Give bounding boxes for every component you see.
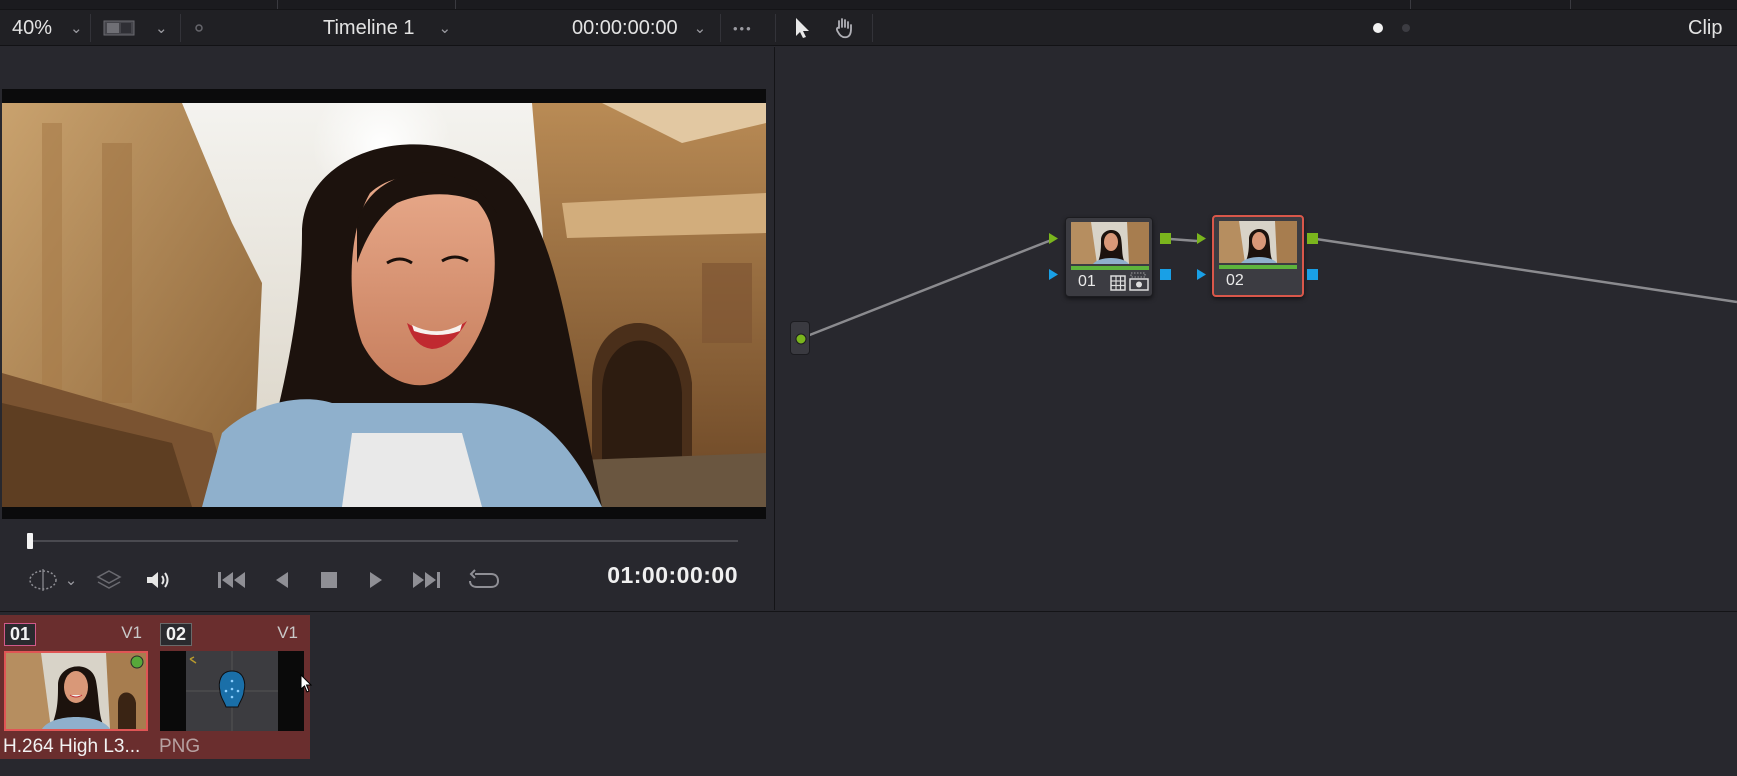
play-reverse-button[interactable]: [270, 565, 294, 595]
timeline-dropdown[interactable]: Timeline 1 ⌄: [323, 10, 451, 46]
play-reverse-icon: [276, 572, 288, 588]
timeline-name: Timeline 1: [323, 16, 415, 39]
viewer-layout-dropdown[interactable]: ⌄: [103, 10, 168, 46]
video-preview[interactable]: [2, 103, 766, 507]
node-status-bar: [1219, 265, 1297, 269]
clip-track-label: V1: [277, 623, 298, 642]
clip-index-badge: 02: [160, 623, 193, 646]
status-dot-icon: [130, 655, 144, 669]
layers-button[interactable]: [94, 565, 124, 595]
clip-thumbnail-02[interactable]: 02 V1 PNG: [156, 615, 306, 759]
pointer-tool-button[interactable]: [793, 10, 811, 46]
wipe-icon: [28, 569, 57, 591]
play-icon: [370, 572, 382, 588]
wipe-style-dropdown[interactable]: ⌄: [22, 565, 82, 595]
chevron-down-icon: ⌄: [438, 20, 452, 37]
stop-icon: [321, 572, 337, 588]
viewer-toolbar: 40% ⌄ ⌄ Timeline 1 ⌄ 00:00:00:00 ⌄ ••• C…: [0, 10, 1737, 46]
node-label: 01: [1078, 273, 1096, 290]
node-01[interactable]: 01: [1065, 217, 1153, 297]
chevron-down-icon: ⌄: [64, 572, 78, 589]
split-view-icon: [103, 20, 135, 36]
grid-icon: [1110, 275, 1126, 291]
rgb-output-port[interactable]: [1307, 233, 1318, 244]
clip-index-badge: 01: [4, 623, 37, 646]
dot-icon: [194, 10, 204, 46]
clip-preview: [4, 651, 148, 731]
viewer-timecode: 01:00:00:00: [607, 562, 738, 588]
clip-codec-label: H.264 High L3...: [3, 736, 141, 757]
clip-thumbnail-01[interactable]: 01 V1 H.264 High L3...: [0, 615, 150, 759]
clip-preview: [160, 651, 304, 731]
clips-bin: 01 V1 H.264 High L3... 02 V1 PNG: [0, 611, 1737, 776]
camera-icon: [1129, 272, 1149, 291]
top-ruler-strip: [0, 0, 1737, 10]
node-status-bar: [1071, 266, 1149, 270]
rgb-input-port[interactable]: [1196, 233, 1207, 244]
stop-button[interactable]: [316, 565, 342, 595]
playhead-handle[interactable]: [27, 533, 33, 549]
node-thumbnail: [1071, 222, 1149, 264]
layers-icon: [96, 570, 122, 589]
rgb-input-port[interactable]: [1048, 233, 1059, 244]
play-button[interactable]: [364, 565, 388, 595]
chevron-down-icon: ⌄: [693, 20, 707, 37]
audio-button[interactable]: [142, 565, 174, 595]
clip-codec-label: PNG: [159, 736, 201, 757]
alpha-input-port[interactable]: [1048, 269, 1059, 280]
go-to-end-button[interactable]: [408, 565, 444, 595]
chevron-down-icon: ⌄: [70, 20, 83, 37]
node-label: 02: [1226, 272, 1244, 289]
scrubber-track[interactable]: [28, 540, 738, 542]
skip-back-icon: [218, 572, 245, 588]
ellipsis-icon: •••: [733, 20, 753, 36]
alpha-input-port[interactable]: [1196, 269, 1207, 280]
timecode-dropdown[interactable]: 00:00:00:00 ⌄: [572, 10, 706, 46]
source-port-icon: [795, 333, 807, 345]
mode-label: Clip: [1688, 16, 1723, 39]
chevron-down-icon: ⌄: [155, 20, 168, 37]
speaker-icon: [147, 572, 169, 588]
node-thumbnail: [1219, 221, 1297, 263]
zoom-dropdown[interactable]: 40% ⌄: [12, 10, 83, 46]
toolbar-timecode: 00:00:00:00: [572, 16, 678, 39]
node-graph-panel[interactable]: 01 02: [776, 47, 1737, 610]
skip-forward-icon: [413, 572, 440, 588]
video-frame: [2, 89, 766, 519]
loop-icon: [469, 569, 500, 588]
clip-mode-button[interactable]: Clip: [1688, 10, 1722, 46]
go-to-start-button[interactable]: [214, 565, 250, 595]
hand-tool-button[interactable]: [832, 10, 856, 46]
viewer-panel: ⌄ 01:00:00:00: [0, 47, 775, 610]
mouse-cursor-icon: [300, 674, 313, 693]
zoom-value: 40%: [12, 16, 53, 39]
hand-icon: [836, 18, 852, 39]
pointer-icon: [796, 18, 809, 38]
page-indicator: [1371, 10, 1411, 46]
node-connections: [801, 237, 1737, 340]
source-input-node[interactable]: [790, 321, 810, 355]
clip-track-label: V1: [121, 623, 142, 642]
more-options-button[interactable]: •••: [733, 10, 753, 46]
alpha-output-port[interactable]: [1307, 269, 1318, 280]
rgb-output-port[interactable]: [1160, 233, 1171, 244]
video-image: [2, 103, 766, 507]
node-02[interactable]: 02: [1212, 215, 1304, 297]
alpha-output-port[interactable]: [1160, 269, 1171, 280]
clip-strip: 01 V1 H.264 High L3... 02 V1 PNG: [0, 615, 310, 759]
loop-button[interactable]: [466, 565, 502, 595]
